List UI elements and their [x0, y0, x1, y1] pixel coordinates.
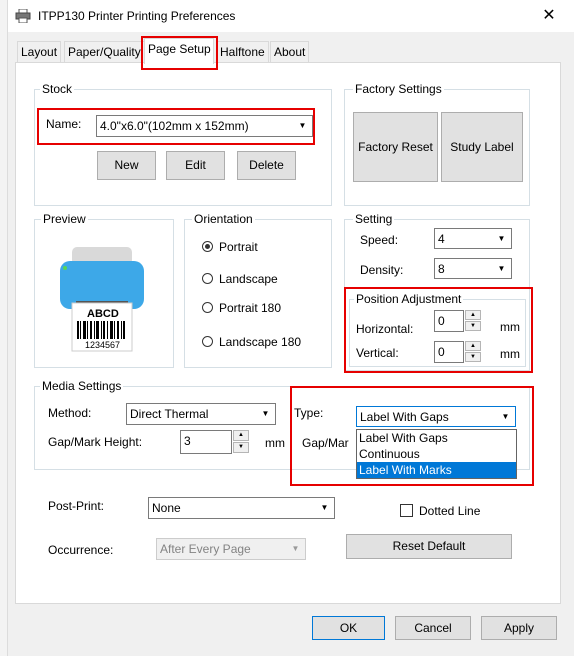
speed-combo[interactable]: 4 ▼ [434, 228, 512, 249]
edit-button[interactable]: Edit [166, 151, 225, 180]
landscape-180-label: Landscape 180 [219, 335, 302, 349]
landscape-180-radio[interactable] [202, 336, 213, 347]
occurrence-value: After Every Page [160, 542, 251, 556]
method-label: Method: [48, 406, 92, 420]
landscape-radio[interactable] [202, 273, 213, 284]
factory-reset-button[interactable]: Factory Reset [353, 112, 438, 182]
background-window-strip [0, 0, 8, 656]
tab-layout[interactable]: Layout [17, 41, 62, 62]
name-highlight [37, 108, 315, 145]
portrait-radio-dot [205, 244, 210, 249]
density-value: 8 [438, 262, 445, 276]
chevron-down-icon[interactable]: ▼ [288, 541, 303, 557]
occurrence-label: Occurrence: [48, 543, 114, 557]
delete-button[interactable]: Delete [237, 151, 296, 180]
dotted-line-label: Dotted Line [419, 504, 481, 518]
reset-default-button[interactable]: Reset Default [346, 534, 512, 559]
ok-button[interactable]: OK [312, 616, 385, 640]
stock-group [34, 89, 332, 206]
portrait-180-label: Portrait 180 [219, 301, 282, 315]
study-label-button[interactable]: Study Label [441, 112, 523, 182]
gap-height-label: Gap/Mark Height: [48, 435, 143, 449]
post-print-label: Post-Print: [48, 499, 105, 513]
dotted-line-checkbox[interactable] [400, 504, 413, 517]
portrait-180-radio[interactable] [202, 302, 213, 313]
tab-paper-quality[interactable]: Paper/Quality [64, 41, 145, 62]
chevron-down-icon[interactable]: ▼ [494, 261, 509, 276]
barcode-number: 1234567 [85, 340, 121, 350]
page-setup-tab-highlight [141, 36, 218, 70]
density-label: Density: [360, 263, 404, 277]
speed-value: 4 [438, 232, 445, 246]
chevron-down-icon[interactable]: ▼ [258, 406, 273, 422]
post-print-combo[interactable]: None ▼ [148, 497, 335, 519]
preview-label: Preview [41, 212, 88, 226]
barcode-image [77, 321, 125, 339]
orientation-label: Orientation [192, 212, 255, 226]
window-title: ITPP130 Printer Printing Preferences [38, 9, 236, 23]
gap-height-input[interactable]: 3 [180, 430, 232, 454]
chevron-down-icon[interactable]: ▼ [494, 231, 509, 246]
factory-settings-label: Factory Settings [353, 82, 444, 96]
gap-height-down-button[interactable]: ▼ [233, 442, 249, 453]
type-highlight [290, 386, 534, 486]
new-button[interactable]: New [97, 151, 156, 180]
cancel-button[interactable]: Cancel [395, 616, 471, 640]
chevron-down-icon[interactable]: ▼ [317, 500, 332, 516]
close-icon[interactable]: ✕ [538, 5, 560, 27]
apply-button[interactable]: Apply [481, 616, 557, 640]
printer-icon [15, 8, 31, 24]
occurrence-combo[interactable]: After Every Page ▼ [156, 538, 306, 560]
method-combo[interactable]: Direct Thermal ▼ [126, 403, 276, 425]
density-combo[interactable]: 8 ▼ [434, 258, 512, 279]
landscape-label: Landscape [219, 272, 278, 286]
position-adjustment-highlight [344, 287, 533, 373]
setting-label: Setting [353, 212, 395, 226]
portrait-label: Portrait [219, 240, 258, 254]
post-print-value: None [152, 501, 181, 515]
tab-halftone[interactable]: Halftone [216, 41, 269, 62]
stock-group-label: Stock [40, 82, 75, 96]
gap-height-up-button[interactable]: ▲ [233, 430, 249, 441]
tab-about[interactable]: About [270, 41, 310, 62]
gap-height-unit: mm [265, 436, 285, 450]
method-value: Direct Thermal [130, 407, 209, 421]
speed-label: Speed: [360, 233, 399, 247]
portrait-radio[interactable] [202, 241, 213, 252]
media-settings-label: Media Settings [40, 379, 124, 393]
preview-label-text: ABCD [87, 308, 119, 320]
